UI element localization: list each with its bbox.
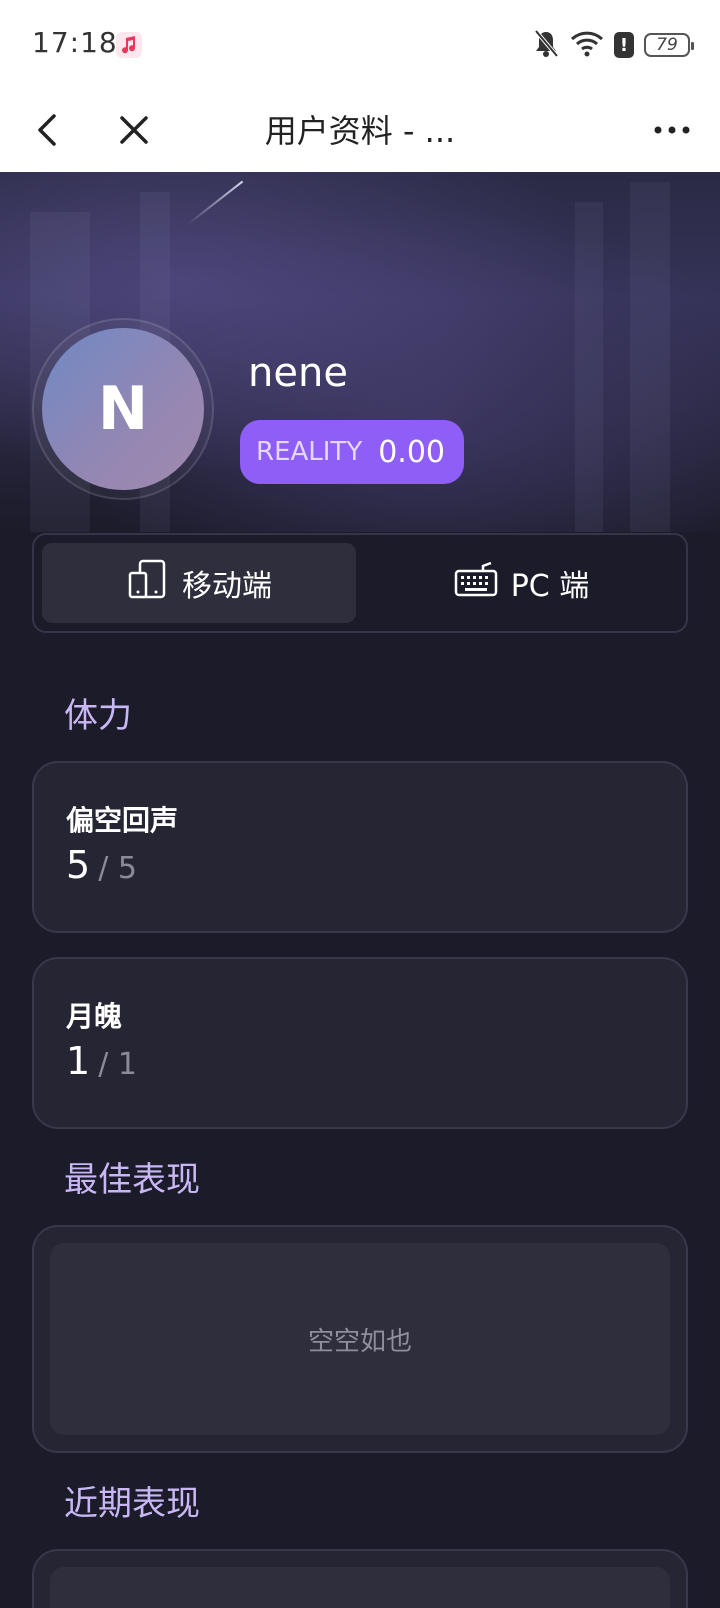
alert-icon: ! [614,32,634,58]
empty-state: 空空如也 [50,1243,670,1435]
stamina-value: 1/ 1 [66,1039,137,1083]
reality-label: REALITY [256,437,363,467]
tab-mobile-label: 移动端 [182,569,272,604]
stamina-section-title: 体力 [64,696,132,736]
tab-mobile[interactable]: 移动端 [42,543,356,623]
nav-bar: 用户资料 - ... [0,88,720,172]
stamina-name: 偏空回声 [66,804,179,837]
stamina-card: 月魄 1/ 1 [32,957,688,1129]
stamina-card: 偏空回声 5/ 5 [32,761,688,933]
stamina-current: 5 [66,843,91,887]
mobile-device-icon [126,557,170,609]
reality-value: 0.00 [378,434,445,470]
tab-pc-label: PC 端 [510,569,590,604]
status-icons: ! 79 [532,28,694,62]
battery-indicator: 79 [644,33,694,57]
recent-content-box [50,1567,670,1608]
page-title: 用户资料 - ... [264,112,456,150]
more-options-icon[interactable] [648,108,696,152]
stamina-value: 5/ 5 [66,843,137,887]
close-icon[interactable] [112,108,156,152]
recent-section-title: 近期表现 [64,1484,200,1524]
platform-tabs: 移动端 PC 端 [32,533,688,633]
stamina-current: 1 [66,1039,91,1083]
music-icon [116,32,142,58]
recent-performance-card [32,1549,688,1608]
stamina-max: / 1 [98,1047,137,1082]
status-bar: 17:18 ! 79 [0,0,720,88]
stamina-name: 月魄 [66,1000,123,1033]
username: nene [248,350,348,396]
meteor-decoration [186,180,244,226]
wifi-icon [570,29,604,61]
back-icon[interactable] [28,108,72,152]
bell-off-icon [532,28,560,62]
avatar: N [42,328,204,490]
pillar-decoration [630,182,670,532]
keyboard-icon [453,557,499,609]
pillar-decoration [575,202,603,532]
stamina-max: / 5 [98,851,137,886]
best-section-title: 最佳表现 [64,1160,200,1200]
tab-pc[interactable]: PC 端 [364,543,678,623]
status-time: 17:18 [32,26,118,59]
reality-badge: REALITY 0.00 [240,420,464,484]
best-performance-card: 空空如也 [32,1225,688,1453]
